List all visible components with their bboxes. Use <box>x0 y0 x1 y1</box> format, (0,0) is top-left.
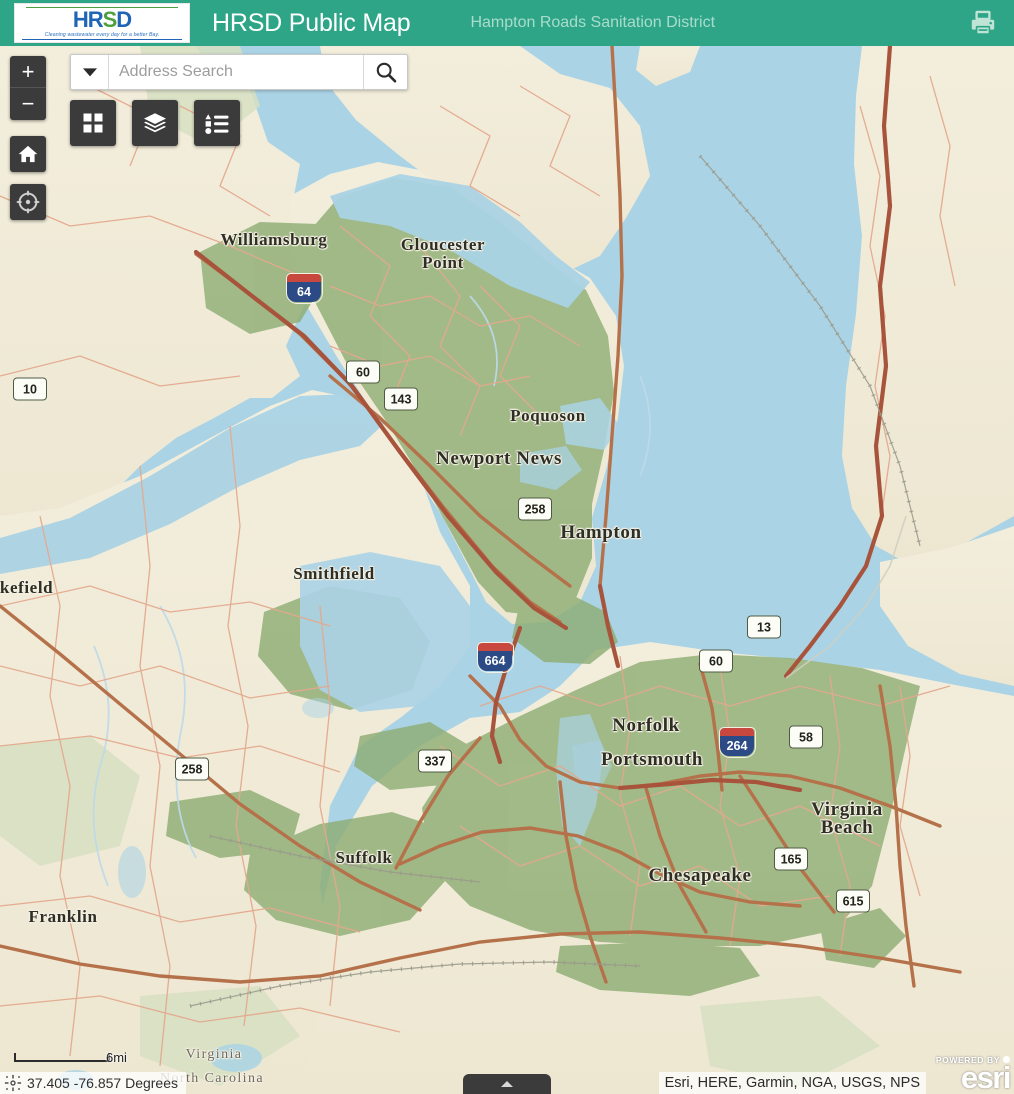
legend-list-icon <box>205 114 229 134</box>
search-input[interactable] <box>109 55 363 89</box>
page-title: HRSD Public Map <box>212 8 411 37</box>
basemap-canvas <box>0 46 1014 1094</box>
search-source-dropdown[interactable] <box>71 55 109 89</box>
logo-tagline: Cleaning wastewater every day for a bett… <box>44 32 160 38</box>
logo-letter-s: S <box>102 7 118 32</box>
locate-compass-icon <box>16 190 40 214</box>
logo-letter-r: R <box>87 7 104 32</box>
app-subtitle: Hampton Roads Sanitation District <box>470 14 716 31</box>
logo-letter-h: H <box>72 7 89 32</box>
search-icon <box>376 62 396 83</box>
coordinate-readout: 37.405 -76.857 Degrees <box>27 1075 178 1091</box>
chevron-down-icon <box>82 67 97 76</box>
hrsd-public-map-app: HRSD Cleaning wastewater every day for a… <box>0 0 1014 1094</box>
logo-wordmark: HRSD <box>72 7 132 32</box>
logo-bottom-rule <box>22 39 182 40</box>
hrsd-logo[interactable]: HRSD Cleaning wastewater every day for a… <box>14 3 190 43</box>
home-icon <box>18 145 38 163</box>
locate-button[interactable] <box>10 184 46 220</box>
layer-list-button[interactable] <box>132 100 178 146</box>
map-attribution: Esri, HERE, Garmin, NGA, USGS, NPS <box>658 1072 926 1094</box>
legend-button[interactable] <box>194 100 240 146</box>
search-submit-button[interactable] <box>363 55 407 89</box>
esri-logo: POWERED BY esri <box>936 1055 1012 1094</box>
coordinate-widget[interactable]: 37.405 -76.857 Degrees <box>0 1072 186 1094</box>
grid-squares-icon <box>83 113 103 133</box>
esri-wordmark: esri <box>960 1060 1012 1094</box>
chevron-up-icon <box>501 1081 513 1087</box>
zoom-in-button[interactable]: + <box>10 56 46 88</box>
layers-stack-icon <box>144 113 166 133</box>
printer-icon[interactable] <box>964 5 1002 41</box>
zoom-out-button[interactable]: − <box>10 88 46 120</box>
app-header: HRSD Cleaning wastewater every day for a… <box>0 0 1014 46</box>
attribute-table-handle[interactable] <box>463 1074 551 1094</box>
zoom-control-group: + − <box>10 56 46 120</box>
crosshair-icon <box>4 1074 22 1092</box>
map-viewport[interactable]: Williamsburg Gloucester Point Poquoson Newpo… <box>0 46 1014 1094</box>
search-bar <box>70 54 408 90</box>
basemap-gallery-button[interactable] <box>70 100 116 146</box>
home-button[interactable] <box>10 136 46 172</box>
logo-letter-d: D <box>116 7 132 32</box>
